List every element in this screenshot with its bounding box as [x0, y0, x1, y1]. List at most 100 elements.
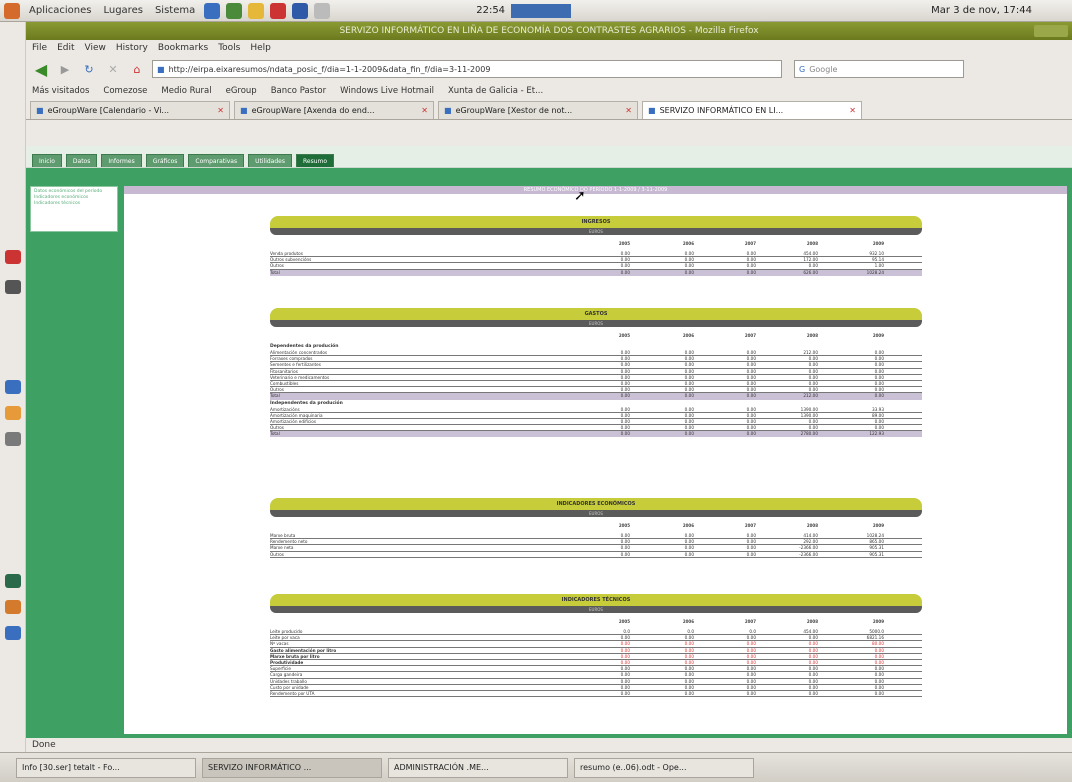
close-tab-icon[interactable]: ✕	[849, 106, 856, 115]
url-bar[interactable]: ■ http://eirpa.eixaresumos/ndata_posic_f…	[152, 60, 782, 78]
row-label: Venda produtos	[270, 251, 303, 256]
row-value: 454.00	[803, 629, 818, 634]
sidebar-link[interactable]: Indicadores técnicos	[34, 201, 114, 207]
app-tab-resumo[interactable]: Resumo	[295, 154, 335, 167]
menu-tools[interactable]: Tools	[218, 43, 240, 53]
year-label: 2005	[618, 619, 630, 624]
bookmark-item[interactable]: Windows Live Hotmail	[340, 86, 434, 96]
menu-system[interactable]: Sistema	[152, 5, 198, 16]
forward-button[interactable]: ▶	[56, 60, 74, 78]
menu-file[interactable]: File	[32, 43, 47, 53]
gnome-foot-icon[interactable]	[4, 2, 20, 19]
dock-icon[interactable]	[5, 626, 21, 640]
row-value: 0.0	[623, 629, 630, 634]
row-value: 0.00	[808, 380, 818, 386]
launcher-icon[interactable]	[248, 2, 265, 19]
section-subtitle: EUROS	[270, 606, 922, 613]
close-tab-icon[interactable]: ✕	[217, 106, 224, 115]
close-tab-icon[interactable]: ✕	[625, 106, 632, 115]
row-value: 0.00	[684, 393, 694, 399]
menu-places[interactable]: Lugares	[100, 5, 145, 16]
row-label: Amortizacións	[270, 406, 300, 412]
browser-tab[interactable]: ■ eGroupWare [Xestor de not... ✕	[438, 101, 638, 119]
app-tab-utilidades[interactable]: Utilidades	[248, 154, 292, 167]
dock-icon[interactable]	[5, 280, 21, 294]
search-input[interactable]: G Google	[794, 60, 964, 78]
home-button[interactable]: ⌂	[128, 60, 146, 78]
row-value: 0.00	[620, 690, 630, 696]
menu-bar: File Edit View History Bookmarks Tools H…	[26, 40, 1072, 56]
app-tab-comparativas[interactable]: Comparativas	[188, 154, 245, 167]
menu-history[interactable]: History	[116, 43, 148, 53]
menu-view[interactable]: View	[85, 43, 106, 53]
clock[interactable]: Mar 3 de nov, 17:44	[931, 5, 1032, 16]
row-value: 0.00	[808, 659, 818, 665]
bookmark-item[interactable]: Medio Rural	[161, 86, 211, 96]
top-panel: Aplicaciones Lugares Sistema 22:54 Mar 3…	[0, 0, 1072, 22]
row-value: 0.00	[746, 539, 756, 545]
bookmark-item[interactable]: Xunta de Galicia - Et...	[448, 86, 543, 96]
row-value: 414.00	[803, 533, 818, 538]
taskbar-item[interactable]: SERVIZO INFORMÁTICO ...	[202, 757, 382, 778]
bookmark-item[interactable]: Banco Pastor	[271, 86, 326, 96]
window-titlebar[interactable]: SERVIZO INFORMÁTICO EN LIÑA DE ECONOMÍA …	[26, 22, 1072, 40]
row-label: Total	[270, 269, 280, 275]
row-value: 80.00	[872, 641, 884, 647]
close-tab-icon[interactable]: ✕	[421, 106, 428, 115]
taskbar-item[interactable]: resumo (e..06).odt - Ope...	[574, 757, 754, 778]
row-value: 0.00	[620, 350, 630, 355]
dock-icon[interactable]	[5, 250, 21, 264]
bookmark-item[interactable]: Comezose	[103, 86, 147, 96]
browser-tab[interactable]: ■ eGroupWare [Calendario - Vi... ✕	[30, 101, 230, 119]
dock-icon[interactable]	[5, 600, 21, 614]
window-title: SERVIZO INFORMÁTICO EN LIÑA DE ECONOMÍA …	[339, 26, 759, 36]
menu-edit[interactable]: Edit	[57, 43, 74, 53]
row-value: -2366.00	[799, 545, 818, 551]
back-button[interactable]: ◀	[32, 60, 50, 79]
row-value: 0.00	[684, 251, 694, 256]
menu-applications[interactable]: Aplicaciones	[26, 5, 94, 16]
firefox-launcher-icon[interactable]	[204, 2, 221, 19]
report-area: RESUMO ECONÓMICO DO PERÍODO 1-1-2009 / 3…	[124, 186, 1067, 734]
taskbar-item[interactable]: ADMINISTRACIÓN .ME...	[388, 757, 568, 778]
row-label: Forraxes comprados	[270, 356, 313, 362]
app-tab-datos[interactable]: Datos	[65, 154, 98, 167]
menu-bookmarks[interactable]: Bookmarks	[158, 43, 208, 53]
launcher-icon[interactable]	[270, 2, 287, 19]
dock-icon[interactable]	[5, 380, 21, 394]
row-value: 0.00	[620, 551, 630, 557]
launcher-icon[interactable]	[292, 2, 309, 19]
app-tab-inicio[interactable]: Inicio	[32, 154, 62, 167]
dock-icon[interactable]	[5, 574, 21, 588]
tab-bar: ■ eGroupWare [Calendario - Vi... ✕ ■ eGroup…	[26, 100, 1072, 120]
window-controls[interactable]	[1034, 25, 1068, 37]
bookmark-item[interactable]: eGroup	[226, 86, 257, 96]
browser-tab-active[interactable]: ■ SERVIZO INFORMÁTICO EN LI... ✕	[642, 101, 862, 119]
bookmark-item[interactable]: Más visitados	[32, 86, 89, 96]
left-dock	[0, 22, 26, 752]
browser-tab[interactable]: ■ eGroupWare [Axenda do end... ✕	[234, 101, 434, 119]
launcher-icon[interactable]	[226, 2, 243, 19]
row-value: 0.00	[746, 412, 756, 418]
year-label: 2009	[872, 619, 884, 624]
row-value: 905.31	[869, 545, 884, 551]
launcher-icon[interactable]	[314, 2, 331, 19]
reload-button[interactable]: ↻	[80, 60, 98, 78]
row-label: Nº vacas	[270, 641, 289, 647]
menu-help[interactable]: Help	[250, 43, 271, 53]
row-value: 0.00	[808, 368, 818, 374]
row-value: 0.00	[620, 431, 630, 437]
row-value: 172.00	[803, 257, 818, 263]
report-section-indecon: INDICADORES ECONÓMICOS EUROS 2005 2006 2007 2…	[270, 498, 922, 558]
dock-icon[interactable]	[5, 432, 21, 446]
row-value: 0.00	[620, 647, 630, 653]
app-tab-graficos[interactable]: Gráficos	[145, 154, 185, 167]
row-value: 0.00	[746, 356, 756, 362]
dock-icon[interactable]	[5, 406, 21, 420]
taskbar-item[interactable]: Info [30.ser] tetalt - Fo...	[16, 757, 196, 778]
section-title: INGRESOS	[270, 216, 922, 228]
navigation-toolbar: ◀ ▶ ↻ ✕ ⌂ ■ http://eirpa.eixaresumos/nda…	[26, 56, 1072, 82]
app-tab-informes[interactable]: Informes	[101, 154, 142, 167]
stop-button[interactable]: ✕	[104, 60, 122, 78]
row-value: 0.00	[684, 678, 694, 684]
